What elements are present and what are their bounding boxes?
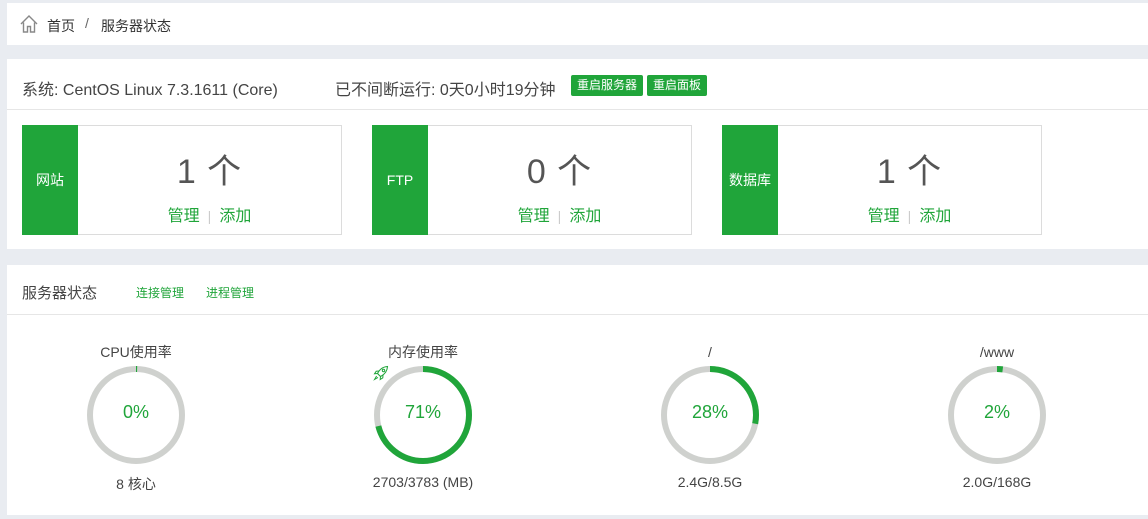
server-status-panel: 服务器状态 连接管理 进程管理 CPU使用率 0% 8 核心 内存使用率 71%…	[7, 265, 1148, 515]
card-links: 管理 | 添加	[428, 202, 691, 226]
add-link[interactable]: 添加	[569, 208, 601, 225]
add-link[interactable]: 添加	[919, 208, 951, 225]
status-header: 服务器状态 连接管理 进程管理	[7, 265, 1148, 315]
rocket-icon[interactable]	[372, 364, 390, 382]
gauge-label: 内存使用率	[388, 344, 458, 360]
link-divider: |	[907, 208, 912, 224]
gauge-detail: 2.0G/168G	[962, 474, 1032, 490]
manage-link[interactable]: 管理	[518, 208, 550, 225]
add-link[interactable]: 添加	[219, 208, 251, 225]
card-count: 0 个	[526, 153, 593, 191]
gauge-ring: 28%	[659, 364, 761, 466]
root-disk-gauge[interactable]: / 28% 2.4G/8.5G	[630, 341, 790, 490]
gauge-ring: 2%	[946, 364, 1048, 466]
connection-manage-link[interactable]: 连接管理	[136, 284, 184, 301]
card-label: FTP	[372, 125, 428, 235]
gauge-detail: 8 核心	[116, 476, 156, 492]
restart-panel-button[interactable]: 重启面板	[647, 75, 708, 96]
restart-server-button[interactable]: 重启服务器	[571, 75, 644, 96]
memory-gauge[interactable]: 内存使用率 71% 2703/3783 (MB)	[343, 341, 503, 490]
card-label: 数据库	[722, 125, 778, 235]
process-manage-link[interactable]: 进程管理	[206, 284, 254, 301]
website-card: 网站 1 个 管理 | 添加	[22, 125, 342, 235]
breadcrumb-separator: /	[85, 15, 89, 31]
card-count: 1 个	[176, 153, 243, 191]
www-disk-gauge[interactable]: /www 2% 2.0G/168G	[917, 341, 1077, 490]
card-links: 管理 | 添加	[778, 202, 1041, 226]
card-count: 1 个	[876, 153, 943, 191]
gauge-percent: 71%	[404, 402, 442, 422]
gauge-percent: 2%	[983, 402, 1010, 422]
gauge-detail: 2.4G/8.5G	[677, 474, 743, 490]
card-label: 网站	[22, 125, 78, 235]
gauge-label: CPU使用率	[100, 344, 172, 360]
gauge-detail: 2703/3783 (MB)	[372, 474, 474, 490]
manage-link[interactable]: 管理	[868, 208, 900, 225]
gauge-ring: 0%	[85, 364, 187, 466]
gauge-percent: 0%	[122, 402, 149, 422]
gauge-percent: 28%	[691, 402, 729, 422]
gauge-ring: 71%	[372, 364, 474, 466]
gauge-label: /www	[979, 344, 1015, 360]
gauge-label: /	[708, 344, 712, 360]
database-card: 数据库 1 个 管理 | 添加	[722, 125, 1042, 235]
breadcrumb-current: 服务器状态	[101, 18, 171, 34]
cpu-gauge[interactable]: CPU使用率 0% 8 核心	[56, 341, 216, 494]
breadcrumb: 首页 / 服务器状态	[7, 3, 1148, 45]
breadcrumb-home-link[interactable]: 首页	[47, 16, 75, 36]
manage-link[interactable]: 管理	[168, 208, 200, 225]
home-icon[interactable]	[19, 14, 39, 34]
system-panel: 系统: CentOS Linux 7.3.1611 (Core) 已不间断运行:…	[7, 59, 1148, 249]
link-divider: |	[207, 208, 212, 224]
os-info: 系统: CentOS Linux 7.3.1611 (Core)	[22, 82, 278, 99]
ftp-card: FTP 0 个 管理 | 添加	[372, 125, 692, 235]
card-links: 管理 | 添加	[78, 202, 341, 226]
link-divider: |	[557, 208, 562, 224]
system-header: 系统: CentOS Linux 7.3.1611 (Core) 已不间断运行:…	[7, 59, 1148, 110]
uptime-info: 已不间断运行: 0天0小时19分钟	[335, 82, 556, 99]
status-title: 服务器状态	[22, 285, 98, 302]
